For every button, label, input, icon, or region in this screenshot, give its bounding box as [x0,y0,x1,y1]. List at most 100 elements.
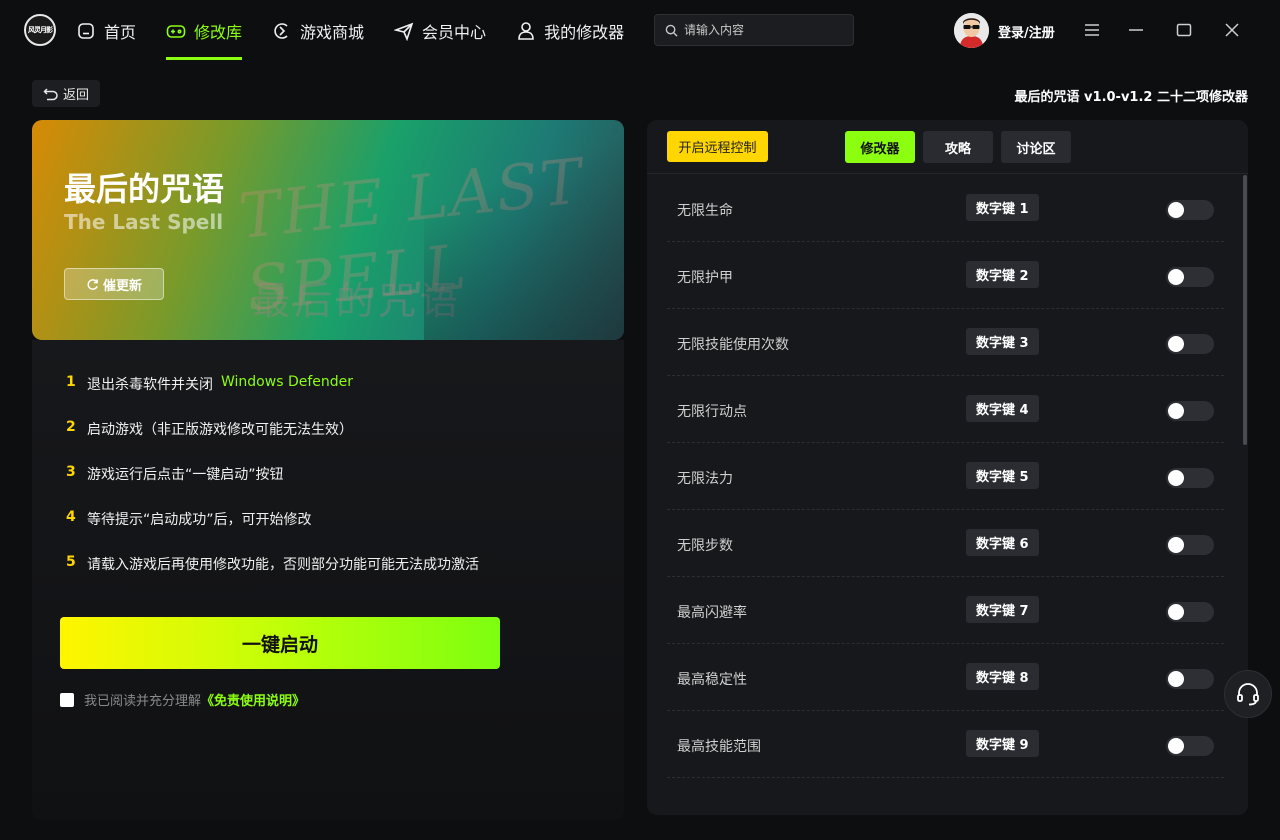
headset-icon [1237,683,1259,706]
game-title-english: The Last Spell [64,210,224,234]
hotkey-badge[interactable]: 数字键 9 [966,730,1039,757]
login-register-link[interactable]: 登录/注册 [998,22,1055,41]
cheat-label: 最高技能范围 [677,739,761,755]
step-number: 5 [66,554,76,570]
gamepad-icon [166,25,186,38]
cheat-list-scrollbar[interactable] [1243,175,1247,445]
cheat-row: 最高技能范围 数字键 9 [667,711,1224,778]
step-item: 5 请载入游戏后再使用修改功能，否则部分功能可能无法成功激活 [66,554,479,574]
hotkey-badge[interactable]: 数字键 4 [966,395,1039,422]
step-text: 请载入游戏后再使用修改功能，否则部分功能可能无法成功激活 [87,557,479,573]
agreement-text: 我已阅读并充分理解 [84,694,202,709]
nav-item-home[interactable]: 首页 [76,0,136,62]
step-number: 1 [66,374,76,390]
avatar[interactable] [954,13,989,48]
cheat-toggle[interactable] [1166,267,1214,287]
menu-button[interactable] [1082,20,1102,40]
cheat-row: 最高闪避率 数字键 7 [667,577,1224,644]
search-input[interactable] [684,23,844,37]
cheat-row: 无限步数 数字键 6 [667,510,1224,577]
minimize-button[interactable] [1126,20,1146,40]
cheat-label: 无限技能使用次数 [677,337,789,353]
back-button[interactable]: 返回 [32,80,100,107]
nav-item-my-trainers[interactable]: 我的修改器 [516,0,624,62]
step-text: 退出杀毒软件并关闭 [87,377,213,393]
nav-item-trainers[interactable]: 修改库 [166,0,243,62]
tab-discussion[interactable]: 讨论区 [1001,131,1071,163]
disclaimer-link[interactable]: 《免责使用说明》 [201,690,305,709]
step-text: 启动游戏（非正版游戏修改可能无法生效） [87,422,353,438]
tab-guide[interactable]: 攻略 [923,131,993,163]
step-text: 游戏运行后点击“一键启动”按钮 [87,467,284,483]
step-item: 4 等待提示“启动成功”后，可开始修改 [66,509,312,529]
back-label: 返回 [62,88,89,103]
agreement-checkbox[interactable] [60,692,74,707]
request-update-label: 催更新 [102,278,142,294]
hotkey-badge[interactable]: 数字键 1 [966,194,1039,221]
nav-item-store[interactable]: 游戏商城 [272,0,364,62]
hotkey-badge[interactable]: 数字键 6 [966,529,1039,556]
step-text: 等待提示“启动成功”后，可开始修改 [87,512,312,528]
logo-text: 风灵月影 [28,26,53,34]
cheat-row: 无限法力 数字键 5 [667,443,1224,510]
cheat-label: 无限护甲 [677,270,733,286]
cheat-toggle[interactable] [1166,200,1214,220]
nav-label-my-trainers: 我的修改器 [544,23,625,42]
maximize-icon [1176,23,1192,37]
nav-label-trainers: 修改库 [194,23,243,42]
cheat-label: 无限步数 [677,538,733,554]
step-highlight: Windows Defender [221,374,354,390]
hamburger-icon [1085,24,1099,36]
hotkey-badge[interactable]: 数字键 5 [966,462,1039,489]
cheat-toggle[interactable] [1166,468,1214,488]
minimize-icon [1129,29,1143,31]
cheat-toggle[interactable] [1166,736,1214,756]
store-icon [274,23,288,39]
request-update-button[interactable]: 催更新 [64,268,164,300]
cheat-label: 无限法力 [677,471,733,487]
user-icon [518,22,534,40]
hotkey-badge[interactable]: 数字键 2 [966,261,1039,288]
game-title: 最后的咒语 [64,170,225,208]
search-icon [665,24,678,37]
step-number: 2 [66,419,76,435]
paper-plane-icon [394,22,414,41]
cheat-label: 无限行动点 [677,404,747,420]
tab-trainer[interactable]: 修改器 [845,131,915,163]
cheat-row: 无限生命 数字键 1 [667,175,1224,242]
close-icon [1225,23,1239,37]
one-click-start-button[interactable]: 一键启动 [60,617,500,669]
cheat-label: 最高稳定性 [677,672,747,688]
trainer-panel-header: 开启远程控制 修改器 攻略 讨论区 [647,120,1248,174]
refresh-icon [87,278,98,290]
customer-support-button[interactable] [1224,670,1272,718]
cheat-toggle[interactable] [1166,669,1214,689]
step-item: 1 退出杀毒软件并关闭 Windows Defender [66,374,353,394]
nav-item-membership[interactable]: 会员中心 [394,0,486,62]
home-icon [78,23,94,39]
remote-control-button[interactable]: 开启远程控制 [667,131,768,162]
app-logo[interactable]: 风灵月影 [24,14,56,46]
cheat-label: 最高闪避率 [677,605,747,621]
agreement: 我已阅读并充分理解 《免责使用说明》 [60,690,305,709]
step-item: 2 启动游戏（非正版游戏修改可能无法生效） [66,419,353,439]
hotkey-badge[interactable]: 数字键 3 [966,328,1039,355]
maximize-button[interactable] [1174,20,1194,40]
trainer-title: 最后的咒语 v1.0-v1.2 二十二项修改器 [1014,90,1248,105]
banner-art-shade [424,120,624,340]
cheat-toggle[interactable] [1166,602,1214,622]
cheat-toggle[interactable] [1166,535,1214,555]
nav-label-home: 首页 [104,23,137,42]
cheat-row: 无限护甲 数字键 2 [667,242,1224,309]
nav-label-store: 游戏商城 [300,23,365,42]
search-box[interactable] [654,14,854,46]
cheat-row: 无限技能使用次数 数字键 3 [667,309,1224,376]
nav-label-membership: 会员中心 [422,23,487,42]
cheat-toggle[interactable] [1166,334,1214,354]
cheat-toggle[interactable] [1166,401,1214,421]
hotkey-badge[interactable]: 数字键 8 [966,663,1039,690]
instructions-panel: 1 退出杀毒软件并关闭 Windows Defender 2 启动游戏（非正版游… [32,340,624,820]
cheat-row: 无限行动点 数字键 4 [667,376,1224,443]
hotkey-badge[interactable]: 数字键 7 [966,596,1039,623]
close-button[interactable] [1222,20,1242,40]
